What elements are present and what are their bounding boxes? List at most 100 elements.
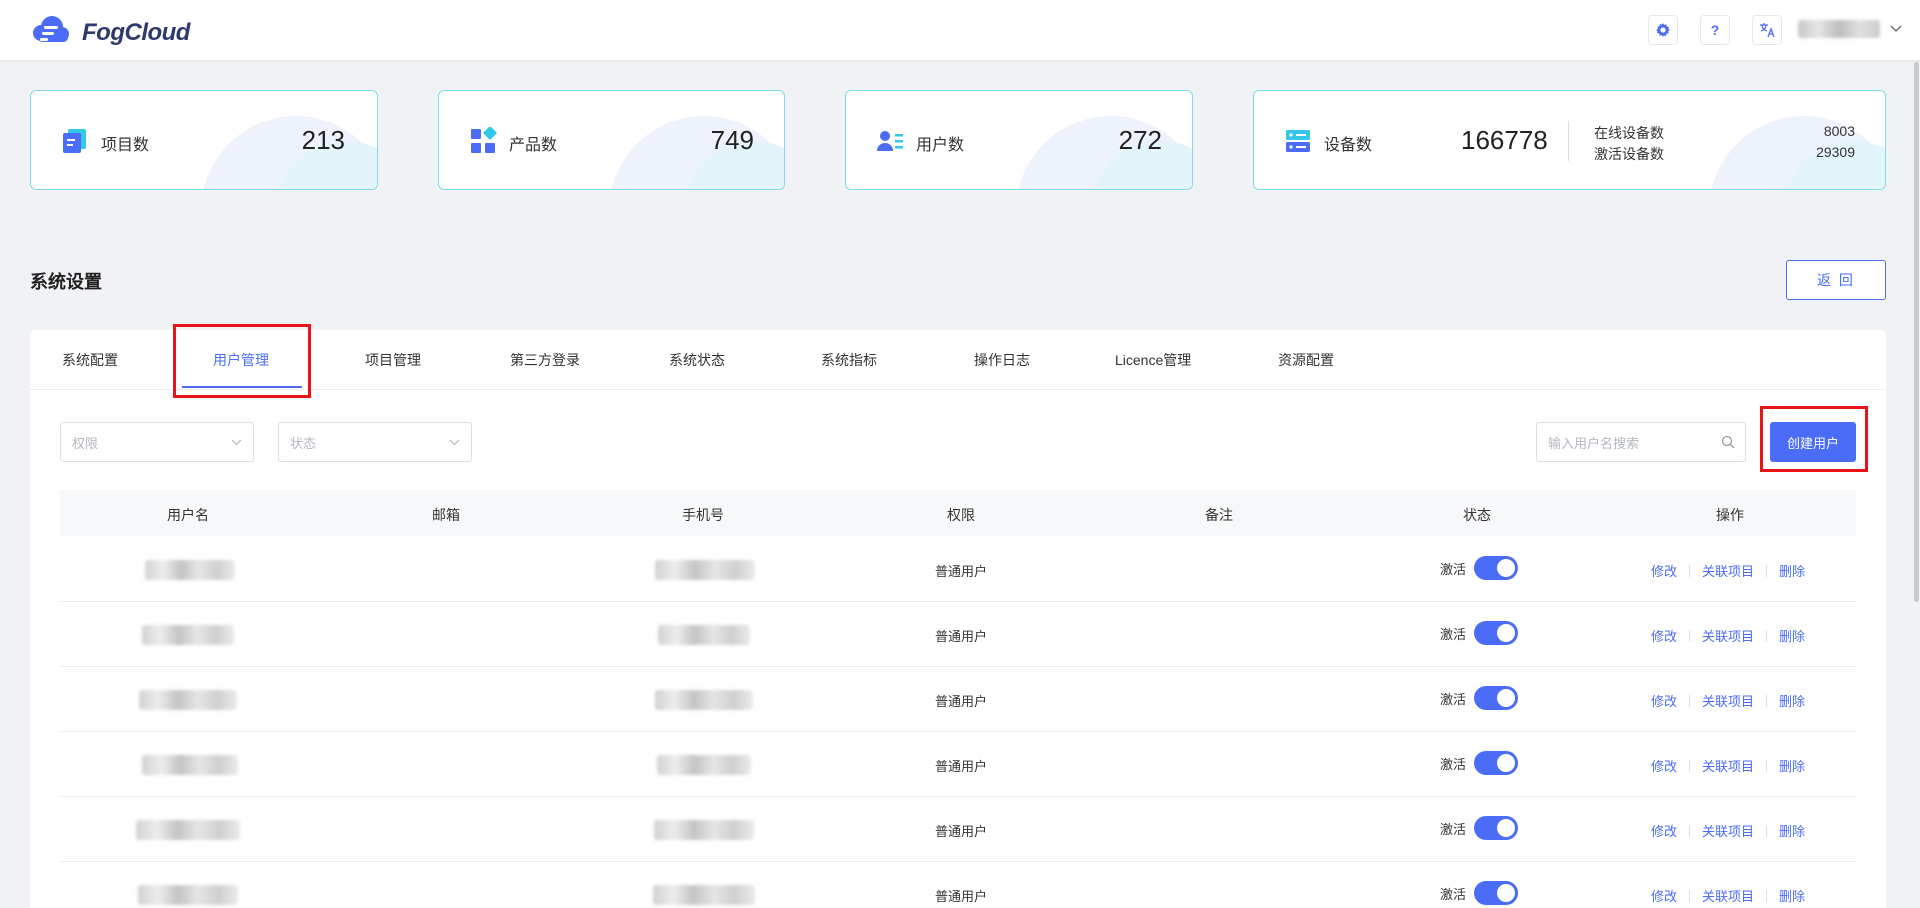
permission-cell: 普通用户 [934,824,988,839]
status-toggle[interactable] [1474,686,1519,710]
edit-link[interactable]: 修改 [1651,626,1677,645]
stat-label: 项目数 [101,137,150,154]
tab-system-status[interactable]: 系统状态 [669,350,725,370]
status-text: 激活 [1440,886,1467,902]
translate-icon [1760,23,1775,38]
online-devices-value: 8003 [1823,123,1855,139]
stat-card-users: 用户数 272 [845,90,1193,190]
permission-select[interactable]: 权限 [60,422,254,462]
chevron-down-icon [449,439,460,445]
edit-link[interactable]: 修改 [1651,821,1677,840]
row-actions: 修改 关联项目 删除 [1651,561,1805,580]
settings-button[interactable] [1648,15,1678,45]
column-header: 状态 [1463,507,1491,523]
edit-link[interactable]: 修改 [1651,886,1677,905]
permission-cell: 普通用户 [934,629,988,644]
status-toggle[interactable] [1474,816,1519,840]
username-redacted [1798,20,1880,38]
phone-redacted [653,885,755,905]
logo[interactable]: FogCloud [30,14,190,51]
chevron-down-icon [231,439,242,445]
device-icon [1286,130,1310,152]
link-project-link[interactable]: 关联项目 [1702,626,1754,645]
username-search[interactable] [1536,422,1746,462]
username-redacted [142,755,238,775]
tab-resource-config[interactable]: 资源配置 [1278,350,1334,370]
stat-card-products: 产品数 749 [438,90,785,190]
row-actions: 修改 关联项目 删除 [1651,691,1805,710]
tab-system-metrics[interactable]: 系统指标 [821,350,877,370]
highlight-box-create [1760,406,1868,472]
link-project-link[interactable]: 关联项目 [1702,821,1754,840]
delete-link[interactable]: 删除 [1779,561,1805,580]
link-project-link[interactable]: 关联项目 [1702,691,1754,710]
username-redacted [139,690,237,710]
edit-link[interactable]: 修改 [1651,561,1677,580]
status-cell: 激活 [1440,816,1519,840]
delete-link[interactable]: 删除 [1779,756,1805,775]
table-row: 普通用户 激活 修改 关联项目 删除 [60,602,1856,667]
username-redacted [136,820,240,840]
online-devices-label: 在线设备数 [1594,125,1664,141]
permission-cell: 普通用户 [934,694,988,709]
permission-cell: 普通用户 [934,889,988,904]
help-button[interactable]: ? [1700,15,1730,45]
stat-card-projects: 项目数 213 [30,90,378,190]
edit-link[interactable]: 修改 [1651,691,1677,710]
user-menu[interactable] [1798,20,1902,38]
tab-system-config[interactable]: 系统配置 [62,350,118,370]
table-header: 用户名 邮箱 手机号 权限 备注 状态 操作 [60,490,1856,536]
table-row: 普通用户 激活 修改 关联项目 删除 [60,732,1856,797]
tab-operation-log[interactable]: 操作日志 [974,350,1030,370]
status-cell: 激活 [1440,621,1519,645]
product-icon [471,127,497,153]
search-icon [1721,435,1735,449]
back-button[interactable]: 返 回 [1786,260,1886,300]
column-header: 手机号 [682,507,724,523]
page-title: 系统设置 [30,272,102,292]
language-button[interactable] [1752,15,1782,45]
delete-link[interactable]: 删除 [1779,626,1805,645]
top-header: FogCloud ? [0,0,1920,60]
link-project-link[interactable]: 关联项目 [1702,561,1754,580]
highlight-box-tab [173,324,311,398]
permission-cell: 普通用户 [934,759,988,774]
status-toggle[interactable] [1474,751,1519,775]
status-text: 激活 [1440,561,1467,577]
edit-link[interactable]: 修改 [1651,756,1677,775]
column-header: 操作 [1716,507,1744,523]
row-actions: 修改 关联项目 删除 [1651,821,1805,840]
active-devices-value: 29309 [1816,144,1855,160]
tab-third-party-login[interactable]: 第三方登录 [510,350,580,370]
delete-link[interactable]: 删除 [1779,821,1805,840]
status-cell: 激活 [1440,686,1519,710]
table-row: 普通用户 激活 修改 关联项目 删除 [60,797,1856,862]
phone-redacted [657,755,751,775]
status-select[interactable]: 状态 [278,422,472,462]
question-icon: ? [1710,22,1720,38]
search-input[interactable] [1548,433,1708,453]
stat-label: 用户数 [916,137,965,154]
delete-link[interactable]: 删除 [1779,691,1805,710]
tab-licence-management[interactable]: Licence管理 [1115,350,1191,370]
page-scrollbar[interactable] [1914,62,1919,602]
username-redacted [142,625,234,645]
status-text: 激活 [1440,626,1467,642]
status-toggle[interactable] [1474,881,1519,905]
column-header: 权限 [947,507,975,523]
column-header: 备注 [1205,507,1233,523]
settings-panel: 系统配置 用户管理 项目管理 第三方登录 系统状态 系统指标 操作日志 Lice… [30,324,1886,908]
link-project-link[interactable]: 关联项目 [1702,886,1754,905]
brand-name: FogCloud [82,18,190,46]
username-redacted [138,885,238,905]
table-row: 普通用户 激活 修改 关联项目 删除 [60,862,1856,908]
status-toggle[interactable] [1474,556,1519,580]
divider [1568,121,1569,161]
tab-project-management[interactable]: 项目管理 [365,350,421,370]
status-placeholder: 状态 [290,435,317,451]
phone-redacted [655,690,753,710]
delete-link[interactable]: 删除 [1779,886,1805,905]
link-project-link[interactable]: 关联项目 [1702,756,1754,775]
permission-placeholder: 权限 [72,435,99,451]
status-toggle[interactable] [1474,621,1519,645]
